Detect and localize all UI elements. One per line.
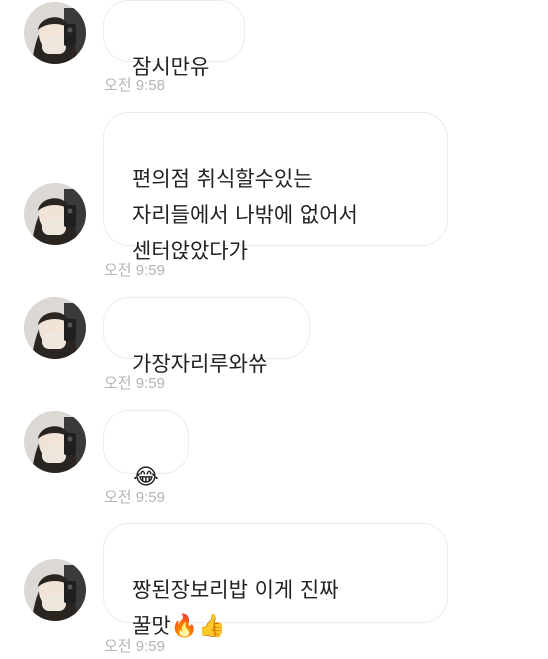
- message-timestamp: 오전 9:59: [104, 638, 165, 655]
- avatar[interactable]: [24, 411, 86, 473]
- avatar[interactable]: [24, 183, 86, 245]
- message-bubble[interactable]: 짱된장보리밥 이게 진짜 꿀맛🔥👍: [103, 523, 448, 639]
- message-bubble[interactable]: 잠시만유: [103, 0, 245, 79]
- message-timestamp: 오전 9:58: [104, 77, 165, 94]
- fire-thumbs-up-icon: 🔥👍: [170, 614, 226, 639]
- message-timestamp: 오전 9:59: [104, 489, 165, 506]
- message-bubble[interactable]: 편의점 취식할수있는 자리들에서 나밖에 없어서 센터앉았다가: [103, 112, 448, 263]
- message-text: 짱된장보리밥 이게 진짜 꿀맛: [132, 578, 339, 638]
- avatar[interactable]: [24, 559, 86, 621]
- avatar[interactable]: [24, 2, 86, 64]
- message-timestamp: 오전 9:59: [104, 262, 165, 279]
- message-bubble[interactable]: 가장자리루와쓔: [103, 297, 310, 376]
- message-text: 편의점 취식할수있는 자리들에서 나밖에 없어서 센터앉았다가: [132, 167, 358, 263]
- avatar[interactable]: [24, 297, 86, 359]
- message-timestamp: 오전 9:59: [104, 375, 165, 392]
- message-bubble[interactable]: 😂: [103, 410, 189, 490]
